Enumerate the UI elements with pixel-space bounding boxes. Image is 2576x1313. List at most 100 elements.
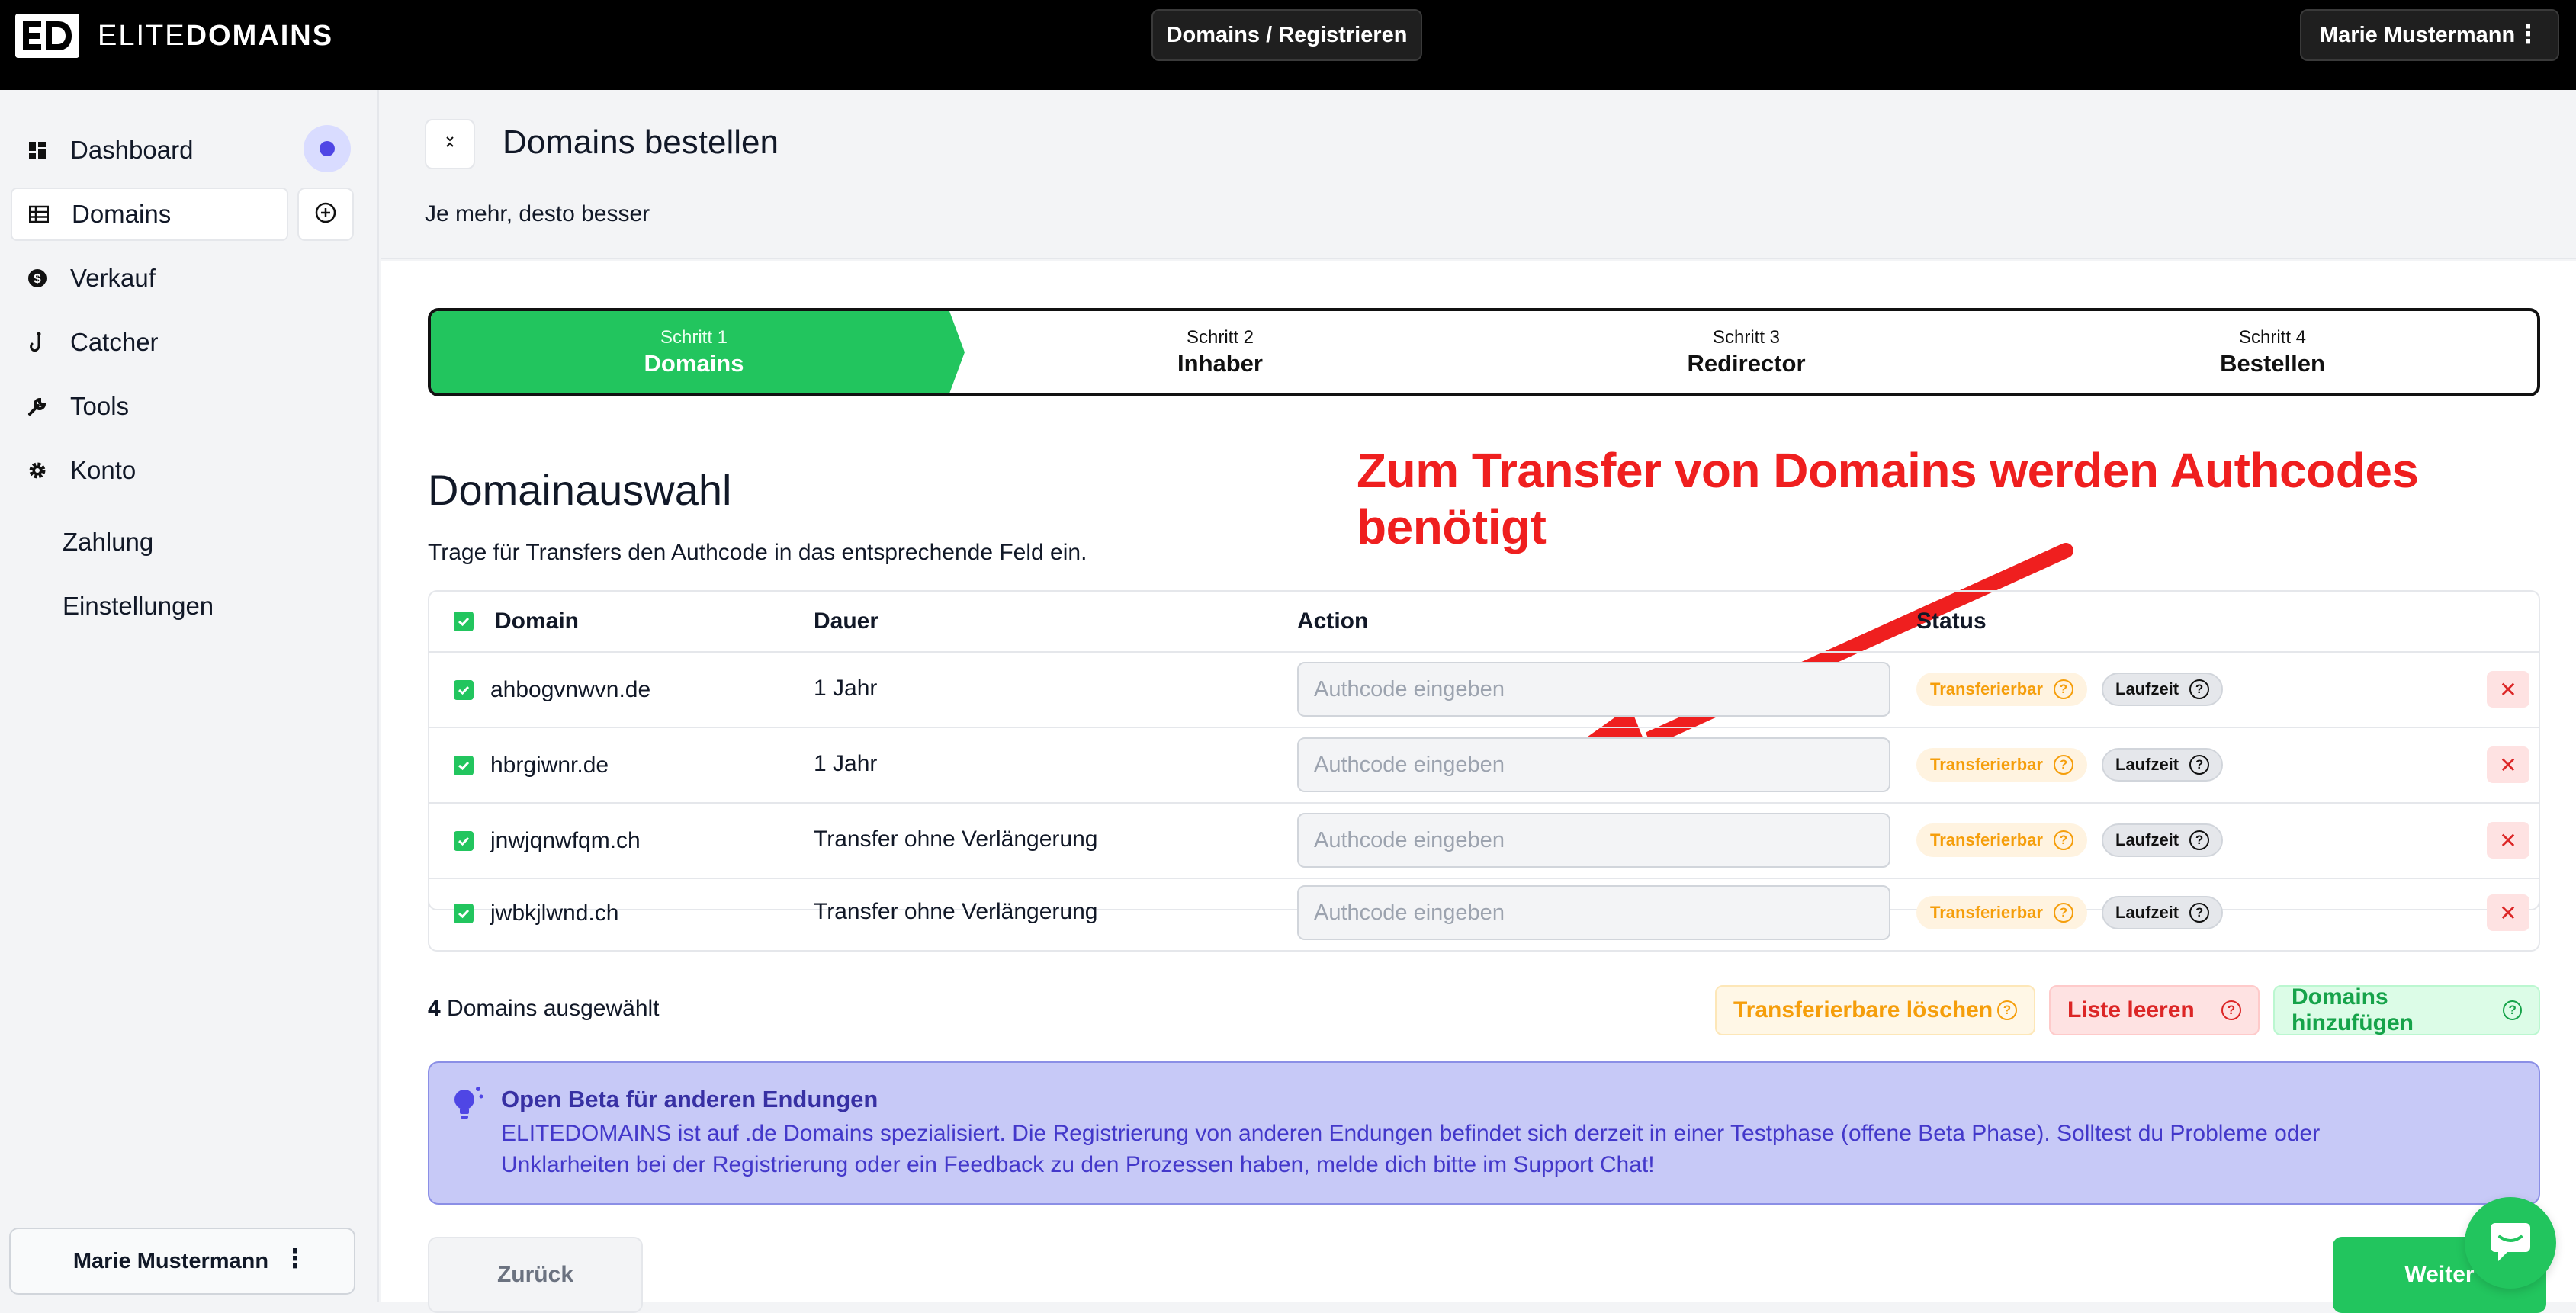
help-icon: ? — [2053, 679, 2073, 699]
add-domains-button[interactable]: Domains hinzufügen ? — [2273, 984, 2540, 1035]
row-checkbox[interactable] — [454, 831, 474, 851]
runtime-badge[interactable]: Laufzeit? — [2102, 823, 2224, 857]
remove-row-button[interactable]: ✕ — [2487, 822, 2529, 859]
authcode-input[interactable] — [1297, 662, 1890, 717]
sidebar-item-tools[interactable]: Tools — [11, 380, 288, 433]
domain-name: hbrgiwnr.de — [490, 753, 609, 778]
sidebar-user-menu[interactable]: Marie Mustermann ⋮ — [9, 1228, 355, 1295]
close-icon: ✕ — [2499, 677, 2517, 701]
close-icon: ✕ — [2499, 900, 2517, 925]
authcode-input[interactable] — [1297, 813, 1890, 868]
domain-name: ahbogvnwvn.de — [490, 677, 651, 702]
sidebar-item-label: Tools — [70, 392, 130, 420]
check-icon — [458, 909, 470, 919]
runtime-badge[interactable]: Laufzeit? — [2102, 896, 2224, 929]
top-breadcrumb-button[interactable]: Domains / Registrieren — [1151, 9, 1422, 61]
table-row: ahbogvnwvn.de 1 Jahr Transferierbar? Lau… — [429, 651, 2539, 727]
domain-table: Domain Dauer Action Status ahbogvnwvn.de… — [428, 590, 2540, 910]
button-label: Domains hinzufügen — [2292, 984, 2414, 1035]
top-user-name: Marie Mustermann — [2320, 22, 2516, 47]
runtime-badge[interactable]: Laufzeit? — [2102, 748, 2224, 782]
sidebar-item-label: Catcher — [70, 328, 159, 356]
help-icon: ? — [2189, 903, 2210, 923]
authcode-input[interactable] — [1297, 737, 1890, 792]
step-name: Redirector — [1687, 350, 1806, 377]
selected-count: 4 Domains ausgewählt — [428, 996, 660, 1021]
help-icon: ? — [2189, 755, 2210, 775]
delete-transferable-button[interactable]: Transferierbare löschen ? — [1715, 985, 2035, 1035]
status-badge-transferable[interactable]: Transferierbar? — [1916, 748, 2087, 782]
more-vertical-icon: ⋮ — [282, 1244, 308, 1273]
logo-mark-icon — [15, 14, 79, 58]
top-bar: ELITEDOMAINS Domains / Registrieren Mari… — [0, 0, 2576, 90]
help-icon: ? — [2053, 903, 2073, 923]
check-icon — [458, 617, 470, 627]
status-badge-transferable[interactable]: Transferierbar? — [1916, 673, 2087, 706]
sidebar-item-label: Dashboard — [70, 136, 194, 164]
plus-circle-icon — [314, 201, 337, 228]
collapse-button[interactable] — [425, 119, 475, 169]
step-4[interactable]: Schritt 4 Bestellen — [2009, 311, 2536, 393]
clear-list-button[interactable]: Liste leeren ? — [2049, 985, 2260, 1035]
info-title: Open Beta für anderen Endungen — [501, 1086, 878, 1112]
row-checkbox[interactable] — [454, 904, 474, 923]
help-icon: ? — [2503, 1000, 2522, 1020]
back-button[interactable]: Zurück — [428, 1237, 643, 1313]
page-subtitle: Je mehr, desto besser — [425, 201, 650, 226]
remove-row-button[interactable]: ✕ — [2487, 671, 2529, 708]
logo[interactable]: ELITEDOMAINS — [15, 14, 333, 58]
sidebar-item-konto[interactable]: Konto — [11, 444, 288, 497]
sidebar-item-label: Domains — [72, 200, 172, 228]
duration: 1 Jahr — [814, 751, 878, 776]
lightbulb-icon — [449, 1084, 484, 1126]
runtime-label: Laufzeit — [2115, 679, 2179, 698]
sidebar-item-dashboard[interactable]: Dashboard — [11, 124, 288, 177]
support-chat-button[interactable] — [2465, 1197, 2556, 1289]
status-badge-transferable[interactable]: Transferierbar? — [1916, 896, 2087, 929]
step-3[interactable]: Schritt 3 Redirector — [1483, 311, 2009, 393]
column-header-status[interactable]: Status — [1916, 592, 1987, 651]
duration: Transfer ohne Verlängerung — [814, 827, 1098, 852]
row-checkbox[interactable] — [454, 756, 474, 775]
close-icon: ✕ — [2499, 753, 2517, 777]
collapse-chevrons-icon — [443, 133, 457, 155]
column-header-duration[interactable]: Dauer — [814, 592, 878, 651]
step-number: Schritt 4 — [2238, 327, 2307, 348]
sidebar-subitem-zahlung[interactable]: Zahlung — [63, 528, 153, 557]
sidebar-item-domains[interactable]: Domains — [11, 188, 288, 241]
step-number: Schritt 1 — [660, 327, 728, 348]
column-header-domain[interactable]: Domain — [495, 592, 579, 651]
notification-badge[interactable] — [304, 125, 351, 172]
step-1[interactable]: Schritt 1 Domains — [431, 311, 957, 393]
svg-text:$: $ — [34, 271, 41, 286]
sidebar-subitem-einstellungen[interactable]: Einstellungen — [63, 592, 214, 621]
sidebar-item-label: Verkauf — [70, 264, 156, 292]
dashboard-icon — [26, 139, 49, 162]
row-checkbox[interactable] — [454, 680, 474, 700]
remove-row-button[interactable]: ✕ — [2487, 894, 2529, 931]
table-row: hbrgiwnr.de 1 Jahr Transferierbar? Laufz… — [429, 727, 2539, 802]
dollar-icon: $ — [26, 267, 49, 290]
sidebar-item-catcher[interactable]: Catcher — [11, 316, 288, 369]
chat-bubble-icon — [2488, 1220, 2533, 1266]
sidebar-item-verkauf[interactable]: $ Verkauf — [11, 252, 288, 305]
runtime-badge[interactable]: Laufzeit? — [2102, 673, 2224, 706]
gear-icon — [26, 459, 49, 482]
status-badge-transferable[interactable]: Transferierbar? — [1916, 823, 2087, 857]
step-2[interactable]: Schritt 2 Inhaber — [957, 311, 1483, 393]
top-user-menu[interactable]: Marie Mustermann ⋮ — [2300, 9, 2559, 61]
status-label: Transferierbar — [1930, 755, 2043, 774]
sidebar-item-label: Konto — [70, 456, 137, 484]
runtime-label: Laufzeit — [2115, 903, 2179, 922]
sidebar: Dashboard Domains $ Verkauf Catcher Tool… — [0, 90, 379, 1302]
close-icon: ✕ — [2499, 828, 2517, 852]
select-all-checkbox[interactable] — [454, 612, 474, 631]
step-name: Domains — [644, 350, 744, 377]
hook-icon — [26, 331, 49, 354]
remove-row-button[interactable]: ✕ — [2487, 746, 2529, 783]
sidebar-user-name: Marie Mustermann — [72, 1248, 269, 1273]
column-header-action[interactable]: Action — [1297, 592, 1368, 651]
duration: Transfer ohne Verlängerung — [814, 899, 1098, 924]
add-domain-button[interactable] — [297, 188, 354, 241]
authcode-input[interactable] — [1297, 885, 1890, 940]
